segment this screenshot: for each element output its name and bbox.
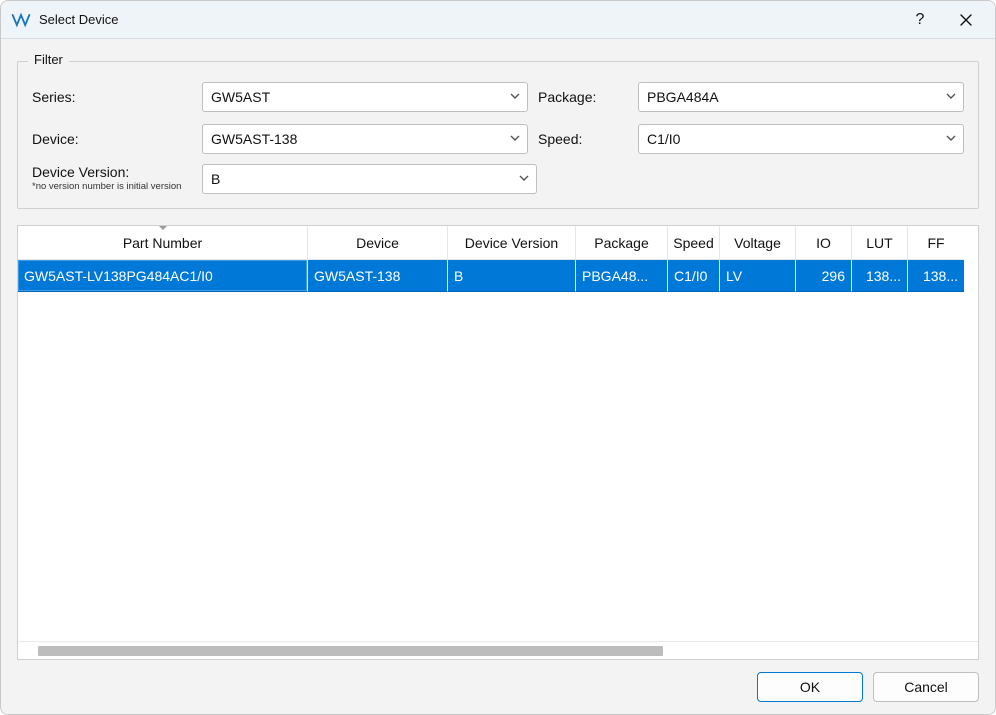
package-label: Package: <box>538 89 628 105</box>
col-device-version[interactable]: Device Version <box>448 226 576 260</box>
cell-device-version: B <box>448 260 576 292</box>
device-value: GW5AST-138 <box>211 131 297 147</box>
series-label: Series: <box>32 89 192 105</box>
col-io[interactable]: IO <box>796 226 852 260</box>
speed-label: Speed: <box>538 131 628 147</box>
table-header-row: Part Number Device Device Version Packag… <box>18 226 978 260</box>
chevron-down-icon <box>518 171 530 187</box>
app-icon <box>11 10 31 30</box>
col-speed[interactable]: Speed <box>668 226 720 260</box>
cell-package: PBGA48... <box>576 260 668 292</box>
package-select[interactable]: PBGA484A <box>638 82 964 112</box>
device-label: Device: <box>32 131 192 147</box>
col-package[interactable]: Package <box>576 226 668 260</box>
series-select[interactable]: GW5AST <box>202 82 528 112</box>
cell-part-number: GW5AST-LV138PG484AC1/I0 <box>18 260 308 292</box>
speed-select[interactable]: C1/I0 <box>638 124 964 154</box>
cell-io: 296 <box>796 260 852 292</box>
cancel-button[interactable]: Cancel <box>873 672 979 702</box>
package-value: PBGA484A <box>647 89 719 105</box>
chevron-down-icon <box>945 131 957 147</box>
titlebar: Select Device ? <box>1 1 995 39</box>
cell-voltage: LV <box>720 260 796 292</box>
table-body: GW5AST-LV138PG484AC1/I0 GW5AST-138 B PBG… <box>18 260 978 641</box>
device-select[interactable]: GW5AST-138 <box>202 124 528 154</box>
device-version-value: B <box>211 171 220 187</box>
ok-button[interactable]: OK <box>757 672 863 702</box>
filter-group: Filter Series: GW5AST Package: PBGA484A … <box>17 61 979 209</box>
cell-speed: C1/I0 <box>668 260 720 292</box>
speed-value: C1/I0 <box>647 131 680 147</box>
col-part-number[interactable]: Part Number <box>18 226 308 260</box>
cell-ff: 138... <box>908 260 964 292</box>
cell-lut: 138... <box>852 260 908 292</box>
chevron-down-icon <box>509 131 521 147</box>
help-button[interactable]: ? <box>897 1 943 38</box>
cell-device: GW5AST-138 <box>308 260 448 292</box>
device-table: Part Number Device Device Version Packag… <box>17 225 979 660</box>
col-ff[interactable]: FF <box>908 226 964 260</box>
col-voltage[interactable]: Voltage <box>720 226 796 260</box>
scrollbar-thumb[interactable] <box>38 646 663 656</box>
series-value: GW5AST <box>211 89 270 105</box>
device-version-label: Device Version: <box>32 164 192 180</box>
window-title: Select Device <box>39 12 897 27</box>
col-lut[interactable]: LUT <box>852 226 908 260</box>
chevron-down-icon <box>945 89 957 105</box>
dialog-buttons: OK Cancel <box>17 672 979 702</box>
close-button[interactable] <box>943 1 989 38</box>
table-row[interactable]: GW5AST-LV138PG484AC1/I0 GW5AST-138 B PBG… <box>18 260 978 292</box>
select-device-dialog: Select Device ? Filter Series: GW5AST Pa… <box>0 0 996 715</box>
horizontal-scrollbar[interactable] <box>18 641 978 659</box>
device-version-note: *no version number is initial version <box>32 182 192 192</box>
device-version-select[interactable]: B <box>202 164 537 194</box>
dialog-body: Filter Series: GW5AST Package: PBGA484A … <box>1 39 995 714</box>
filter-legend: Filter <box>28 52 69 67</box>
col-device[interactable]: Device <box>308 226 448 260</box>
chevron-down-icon <box>509 89 521 105</box>
